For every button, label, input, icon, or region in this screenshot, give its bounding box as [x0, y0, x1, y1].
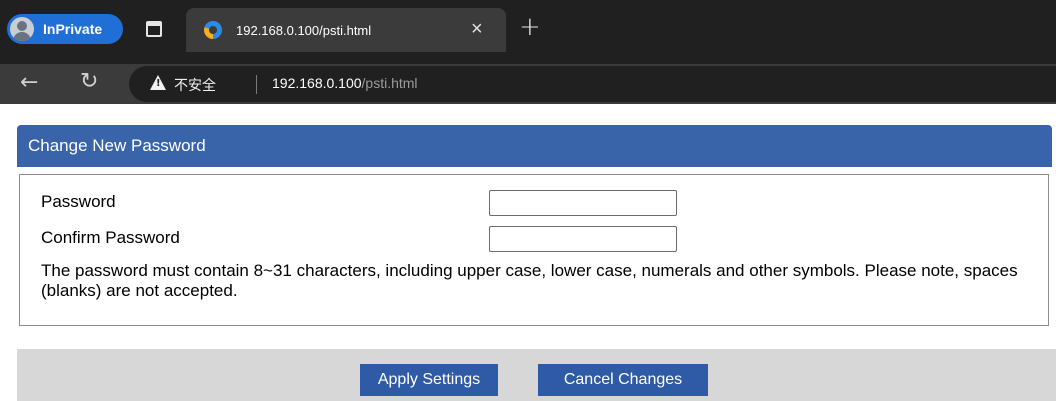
password-form-panel: Password Confirm Password The password m…	[19, 174, 1049, 326]
confirm-password-input[interactable]	[489, 226, 677, 252]
action-bar: Apply Settings Cancel Changes	[17, 349, 1056, 401]
back-arrow-icon[interactable]: ←	[20, 70, 38, 96]
url-text[interactable]: 192.168.0.100/psti.html	[272, 75, 418, 91]
tab-actions-icon[interactable]	[146, 21, 162, 37]
address-bar[interactable]: 不安全 192.168.0.100/psti.html	[129, 66, 1056, 102]
close-icon[interactable]: ×	[471, 17, 483, 41]
url-host: 192.168.0.100	[272, 75, 362, 91]
password-requirements-text: The password must contain 8~31 character…	[41, 261, 1018, 300]
section-header: Change New Password	[17, 125, 1052, 167]
refresh-icon[interactable]: ↻	[80, 69, 98, 95]
address-bar-row: ← ↻ 不安全 192.168.0.100/psti.html	[0, 64, 1056, 104]
avatar-icon	[10, 17, 34, 41]
browser-tab-strip: InPrivate 192.168.0.100/psti.html × +	[0, 0, 1056, 64]
plus-icon[interactable]: +	[519, 14, 541, 40]
password-input[interactable]	[489, 190, 677, 216]
security-status[interactable]: 不安全	[174, 75, 216, 95]
url-path: /psti.html	[361, 75, 418, 91]
cancel-changes-button[interactable]: Cancel Changes	[538, 364, 708, 396]
warning-icon[interactable]	[150, 75, 166, 90]
confirm-password-label: Confirm Password	[41, 228, 180, 247]
favicon-icon	[204, 21, 222, 39]
password-label: Password	[41, 192, 116, 211]
apply-settings-button[interactable]: Apply Settings	[360, 364, 498, 396]
tab-active[interactable]: 192.168.0.100/psti.html ×	[186, 8, 506, 52]
tab-title: 192.168.0.100/psti.html	[236, 23, 372, 38]
section-title: Change New Password	[28, 136, 206, 155]
inprivate-label: InPrivate	[43, 21, 103, 37]
inprivate-badge[interactable]: InPrivate	[7, 14, 123, 44]
address-divider	[256, 75, 257, 94]
